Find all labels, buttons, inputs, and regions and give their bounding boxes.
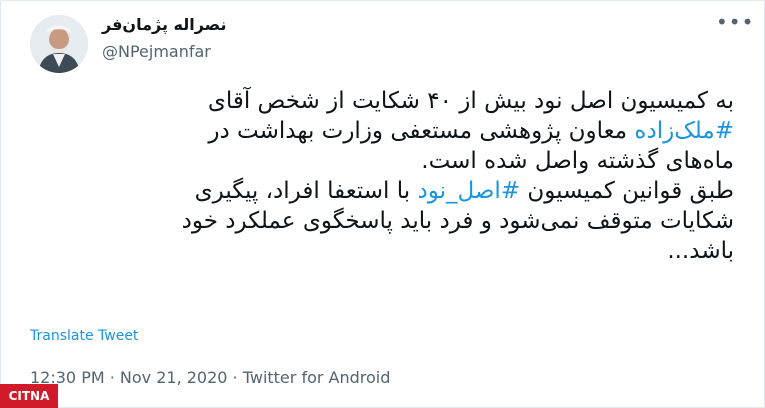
user-handle[interactable]: @NPejmanfar: [102, 42, 211, 61]
hashtag-link[interactable]: #ملک‌زاده: [634, 118, 734, 144]
logo-text: CITNA: [8, 389, 50, 403]
tweet-text: طبق قوانین کمیسیون: [520, 178, 734, 204]
tweet-line: باشد...: [667, 238, 734, 264]
tweet-line: ماه‌های گذشته واصل شده است.: [421, 148, 734, 174]
tweet-body: به کمیسیون اصل نود بیش از ۴۰ شکایت از شخ…: [24, 86, 734, 266]
tweet-line: طبق قوانین کمیسیون #اصل_نود با استعفا اف…: [24, 176, 734, 206]
display-name[interactable]: نصراله پژمان‌فر: [102, 15, 226, 34]
tweet-line: #ملک‌زاده معاون پژوهشی مستعفی وزارت بهدا…: [24, 116, 734, 146]
tweet-timestamp[interactable]: 12:30 PM · Nov 21, 2020 · Twitter for An…: [30, 368, 390, 387]
tweet-text: با استعفا افراد، پیگیری: [194, 178, 418, 204]
tweet-line: به کمیسیون اصل نود بیش از ۴۰ شکایت از شخ…: [207, 88, 734, 114]
avatar[interactable]: [30, 15, 88, 73]
translate-tweet-link[interactable]: Translate Tweet: [30, 328, 138, 344]
more-icon[interactable]: •••: [716, 10, 754, 34]
tweet-line: شکایات متوقف نمی‌شود و فرد باید پاسخگوی …: [181, 208, 734, 234]
tweet-text: معاون پژوهشی مستعفی وزارت بهداشت در: [208, 118, 635, 144]
hashtag-link[interactable]: #اصل_نود: [417, 178, 520, 204]
avatar-photo-icon: [30, 15, 88, 73]
citna-logo: CITNA: [0, 384, 58, 408]
